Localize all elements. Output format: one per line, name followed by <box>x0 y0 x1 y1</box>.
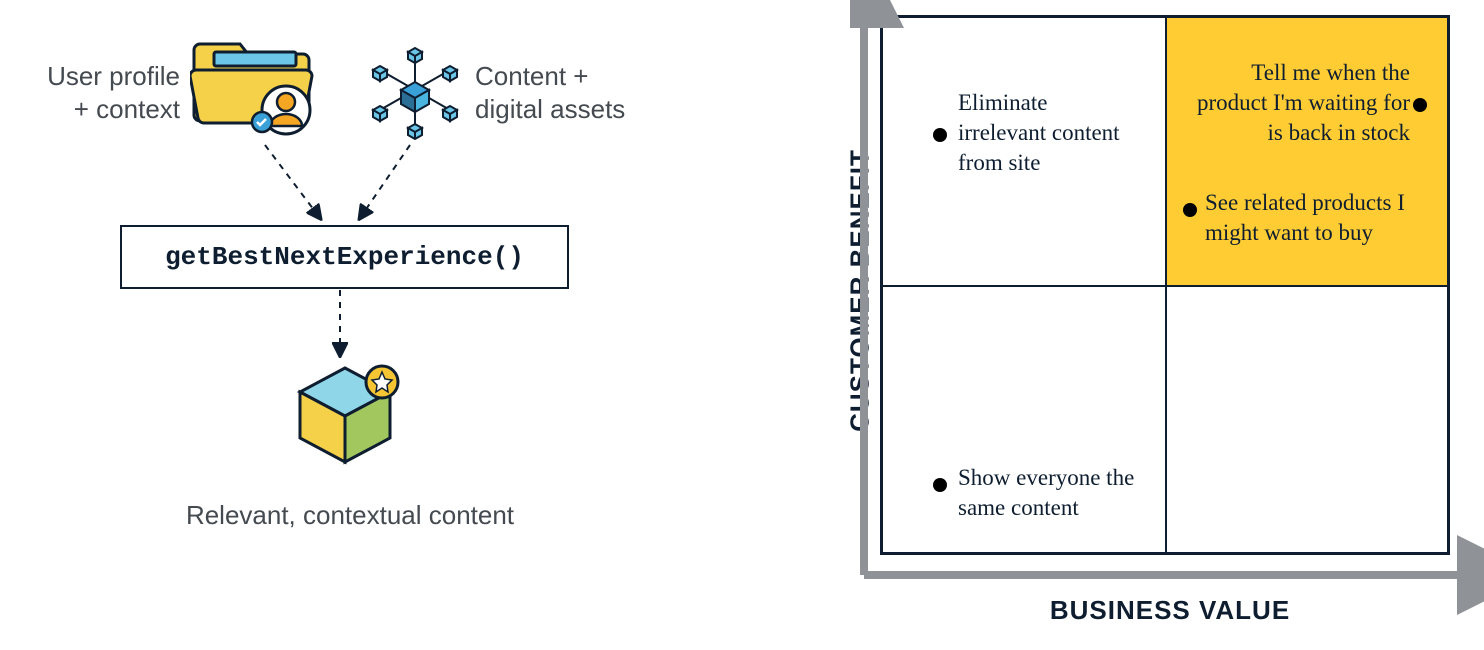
matrix-dot <box>933 128 947 142</box>
matrix-dot <box>1183 203 1197 217</box>
matrix-dot <box>1413 98 1427 112</box>
output-label: Relevant, contextual content <box>150 500 550 531</box>
function-box: getBestNextExperience() <box>120 225 569 289</box>
matrix-item-top-right-1: Tell me when the product I'm waiting for… <box>1185 58 1410 148</box>
function-name: getBestNextExperience() <box>165 242 524 272</box>
quadrant-box: Eliminate irrelevant content from site T… <box>880 15 1450 555</box>
matrix-item-bottom-left: Show everyone the same content <box>958 463 1158 523</box>
horizontal-divider <box>883 285 1447 287</box>
flow-diagram: User profile+ context <box>0 0 700 650</box>
x-axis-label: BUSINESS VALUE <box>890 595 1450 626</box>
value-benefit-matrix: CUSTOMER BENEFIT BUSINESS VALUE Eliminat… <box>820 15 1470 635</box>
output-cube-icon <box>290 360 400 470</box>
y-axis-label: CUSTOMER BENEFIT <box>845 91 876 491</box>
matrix-dot <box>933 478 947 492</box>
matrix-item-top-left: Eliminate irrelevant content from site <box>958 88 1138 178</box>
matrix-item-top-right-2: See related products I might want to buy <box>1205 188 1435 248</box>
